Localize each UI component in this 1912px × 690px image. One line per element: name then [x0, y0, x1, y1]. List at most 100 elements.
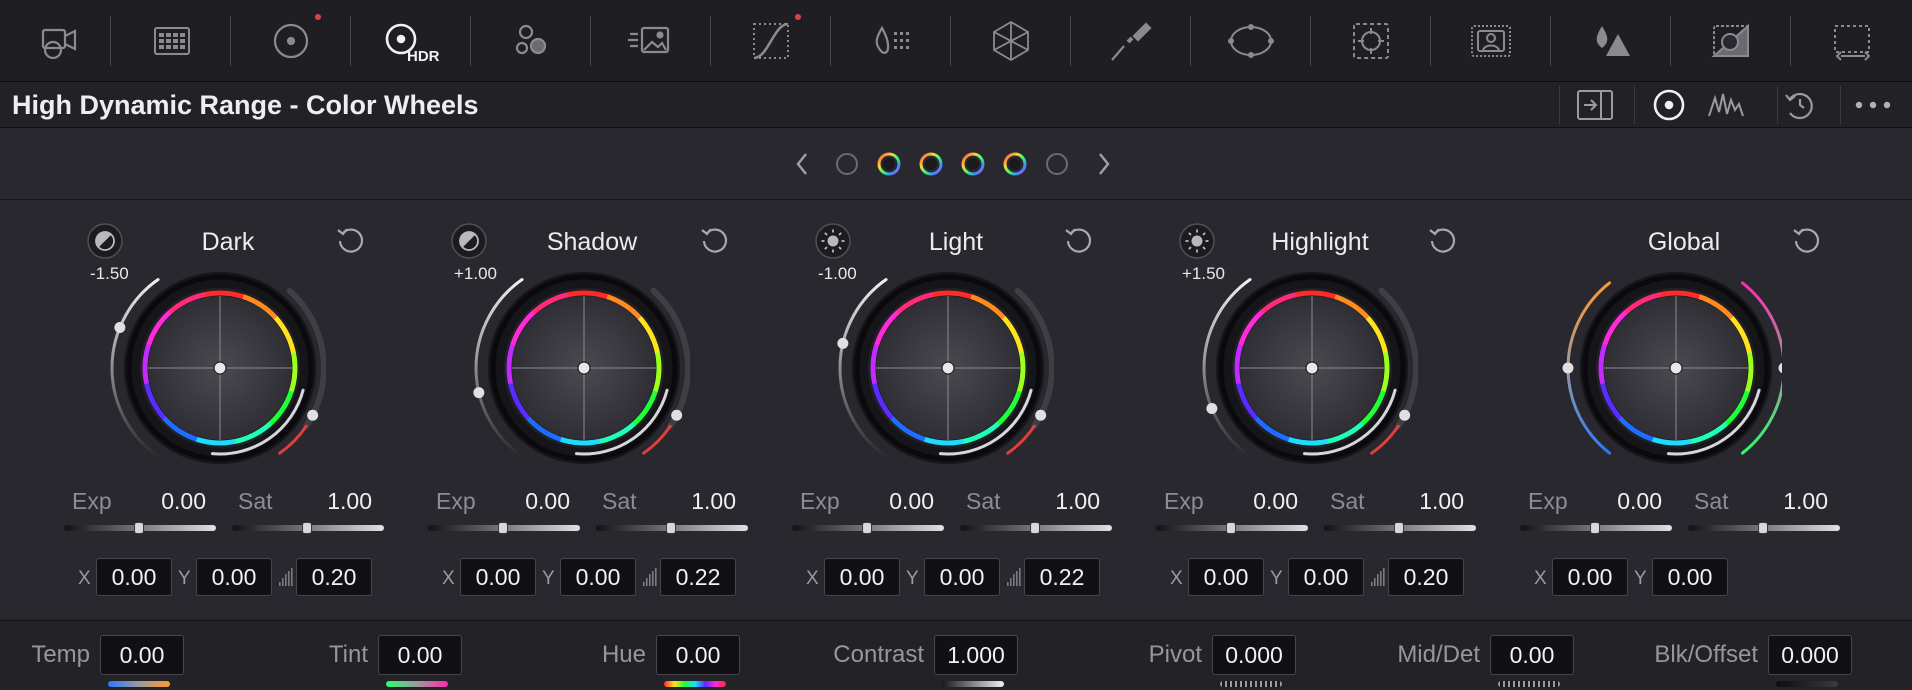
wheel-center-handle[interactable]: [213, 361, 227, 375]
blur-icon[interactable]: [1431, 0, 1551, 82]
falloff-field[interactable]: 0.20: [1388, 558, 1464, 596]
color-warper-icon[interactable]: [831, 0, 951, 82]
contrast-field[interactable]: 1.000: [934, 635, 1018, 675]
y-field[interactable]: 0.00: [1288, 558, 1364, 596]
mid-det-field[interactable]: 0.00: [1490, 635, 1574, 675]
x-field[interactable]: 0.00: [824, 558, 900, 596]
sizing-icon[interactable]: [1671, 0, 1791, 82]
falloff-handle[interactable]: [1399, 409, 1411, 421]
wheel-center-handle[interactable]: [577, 361, 591, 375]
primaries-wheels-icon[interactable]: [231, 0, 351, 82]
chevron-right-icon[interactable]: [1099, 153, 1110, 175]
temp-strip[interactable]: [108, 681, 170, 687]
graph-view-icon[interactable]: [1707, 82, 1745, 128]
window-icon[interactable]: [1071, 0, 1191, 82]
wheel-view-icon[interactable]: [1651, 82, 1687, 128]
wheel-center-handle[interactable]: [1669, 361, 1683, 375]
exp-slider[interactable]: [1520, 522, 1672, 534]
y-field[interactable]: 0.00: [1652, 558, 1728, 596]
sat-slider[interactable]: [1688, 522, 1840, 534]
blk-offset-field[interactable]: 0.000: [1768, 635, 1852, 675]
exp-slider[interactable]: [792, 522, 944, 534]
key-icon[interactable]: [1551, 0, 1671, 82]
x-field[interactable]: 0.00: [460, 558, 536, 596]
sat-slider-knob[interactable]: [1030, 522, 1040, 534]
magic-mask-icon[interactable]: [1311, 0, 1431, 82]
reset-icon[interactable]: [1062, 224, 1096, 258]
tint-strip[interactable]: [386, 681, 448, 687]
tracker-icon[interactable]: [1191, 0, 1311, 82]
camera-raw-icon[interactable]: [0, 0, 120, 82]
zone-range-handle[interactable]: [473, 387, 485, 399]
chevron-left-icon[interactable]: [796, 153, 807, 175]
y-field[interactable]: 0.00: [924, 558, 1000, 596]
color-wheel[interactable]: [1178, 268, 1419, 468]
zone-panel-icon[interactable]: [1576, 82, 1614, 128]
falloff-handle[interactable]: [1035, 409, 1047, 421]
mid-det-strip[interactable]: [1498, 681, 1560, 687]
hue-field[interactable]: 0.00: [656, 635, 740, 675]
reset-icon[interactable]: [698, 224, 732, 258]
curves-icon[interactable]: [711, 0, 831, 82]
blk-offset-strip[interactable]: [1776, 681, 1838, 687]
color-wheel[interactable]: [450, 268, 691, 468]
color-wheel[interactable]: [86, 268, 327, 468]
more-options-icon[interactable]: [1853, 82, 1893, 128]
color-wheel[interactable]: [1542, 268, 1790, 468]
wheel-center-handle[interactable]: [941, 361, 955, 375]
rgb-mixer-icon[interactable]: [471, 0, 591, 82]
x-field[interactable]: 0.00: [1552, 558, 1628, 596]
qualifier-icon[interactable]: [951, 0, 1071, 82]
hue-strip[interactable]: [664, 681, 726, 687]
exp-slider-knob[interactable]: [1590, 522, 1600, 534]
sat-slider[interactable]: [596, 522, 748, 534]
sat-slider-knob[interactable]: [666, 522, 676, 534]
hdr-wheels-icon[interactable]: HDR: [351, 0, 471, 82]
page-dot-4[interactable]: [961, 152, 985, 176]
sat-slider[interactable]: [1324, 522, 1476, 534]
zone-range-handle[interactable]: [114, 322, 126, 334]
reset-all-icon[interactable]: [1782, 82, 1818, 128]
page-dot-6[interactable]: [1046, 153, 1068, 175]
contrast-strip[interactable]: [942, 681, 1004, 687]
temp-field[interactable]: 0.00: [100, 635, 184, 675]
exp-slider[interactable]: [428, 522, 580, 534]
sat-slider-knob[interactable]: [1394, 522, 1404, 534]
x-field[interactable]: 0.00: [1188, 558, 1264, 596]
3d-icon[interactable]: [1792, 0, 1912, 82]
temp-handle[interactable]: [1562, 362, 1574, 374]
falloff-handle[interactable]: [671, 409, 683, 421]
x-field[interactable]: 0.00: [96, 558, 172, 596]
color-match-icon[interactable]: [112, 0, 232, 82]
exp-slider-knob[interactable]: [862, 522, 872, 534]
page-dot-3[interactable]: [919, 152, 943, 176]
exp-slider-knob[interactable]: [1226, 522, 1236, 534]
falloff-field[interactable]: 0.22: [1024, 558, 1100, 596]
pivot-field[interactable]: 0.000: [1212, 635, 1296, 675]
falloff-field[interactable]: 0.22: [660, 558, 736, 596]
exp-slider-knob[interactable]: [134, 522, 144, 534]
page-dot-1[interactable]: [836, 153, 858, 175]
y-field[interactable]: 0.00: [196, 558, 272, 596]
zone-range-handle[interactable]: [837, 337, 849, 349]
y-field[interactable]: 0.00: [560, 558, 636, 596]
exp-slider[interactable]: [1156, 522, 1308, 534]
color-wheel[interactable]: [814, 268, 1055, 468]
pivot-strip[interactable]: [1220, 681, 1282, 687]
falloff-field[interactable]: 0.20: [296, 558, 372, 596]
sat-slider[interactable]: [232, 522, 384, 534]
exp-slider-knob[interactable]: [498, 522, 508, 534]
reset-icon[interactable]: [1426, 224, 1460, 258]
zone-range-handle[interactable]: [1206, 402, 1218, 414]
motion-effects-icon[interactable]: [591, 0, 711, 82]
reset-icon[interactable]: [1790, 224, 1824, 258]
exp-slider[interactable]: [64, 522, 216, 534]
sat-slider-knob[interactable]: [302, 522, 312, 534]
falloff-handle[interactable]: [307, 409, 319, 421]
page-dot-5[interactable]: [1003, 152, 1027, 176]
sat-slider-knob[interactable]: [1758, 522, 1768, 534]
page-dot-2[interactable]: [877, 152, 901, 176]
sat-slider[interactable]: [960, 522, 1112, 534]
reset-icon[interactable]: [334, 224, 368, 258]
wheel-center-handle[interactable]: [1305, 361, 1319, 375]
